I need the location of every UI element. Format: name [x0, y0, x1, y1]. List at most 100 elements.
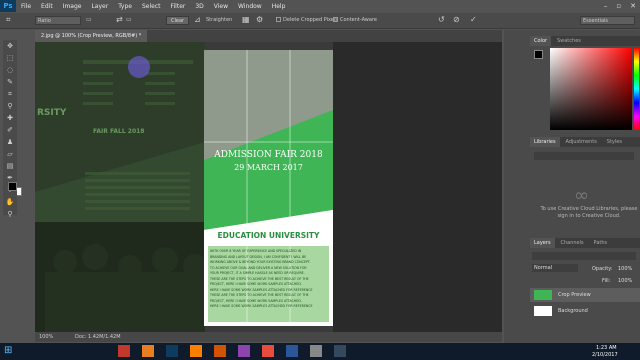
layer-crop-preview[interactable]: Crop Preview [530, 288, 640, 302]
delete-cropped-checkbox[interactable]: Delete Cropped Pixels [276, 17, 338, 23]
layers-panel-tabs: Layers Channels Paths [530, 238, 640, 248]
minimize-button[interactable]: – [604, 2, 608, 10]
ratio-select[interactable]: Ratio [35, 16, 81, 25]
app-icon-app[interactable] [262, 345, 274, 357]
color-field[interactable] [550, 48, 632, 130]
status-bar: 100% Doc: 1.42M/1.42M [35, 332, 502, 342]
gradient-tool-icon[interactable]: ▤ [3, 160, 17, 172]
cancel-icon[interactable]: ⊘ [453, 15, 460, 24]
content-aware-checkbox[interactable]: Content-Aware [333, 17, 377, 23]
body-line: HERE I HAVE SOME WORK SAMPLES ATTACHED F… [210, 304, 313, 308]
menu-3d[interactable]: 3D [190, 3, 208, 10]
app-icon-app[interactable] [310, 345, 322, 357]
hand-tool-icon[interactable]: ✋ [3, 196, 17, 208]
menu-window[interactable]: Window [233, 3, 267, 10]
layer-thumbnail [534, 290, 552, 300]
creative-cloud-icon: ∞ [574, 185, 589, 206]
crop-tool-icon[interactable]: ⌗ [6, 15, 11, 25]
fill-label: Fill: [602, 278, 611, 284]
menu-image[interactable]: Image [58, 3, 87, 10]
menu-filter[interactable]: Filter [166, 3, 191, 10]
photoshop-logo: Ps [0, 0, 16, 12]
right-image-cropped [333, 42, 502, 332]
ratio-width-input[interactable]: ▭ [86, 16, 92, 23]
cursor-highlight [128, 56, 150, 78]
cc-message: To use Creative Cloud Libraries, please … [540, 206, 638, 219]
menu-type[interactable]: Type [113, 3, 137, 10]
crop-preview[interactable]: ADMISSION FAIR 2018 29 MARCH 2017 EDUCAT… [204, 50, 333, 326]
app-icon-app[interactable] [334, 345, 346, 357]
left-fair-text: FAIR FALL 2018 [93, 128, 145, 135]
commit-check-icon[interactable]: ✓ [470, 15, 477, 24]
opacity-value[interactable]: 100% [618, 266, 632, 272]
layer-name: Crop Preview [558, 292, 591, 298]
tab-channels[interactable]: Channels [556, 238, 587, 248]
maximize-button[interactable]: ▫ [616, 2, 621, 10]
hue-slider[interactable] [634, 48, 639, 130]
workspace-select[interactable]: Essentials [580, 16, 635, 25]
swap-icon[interactable]: ⇄ [116, 15, 123, 24]
stamp-tool-icon[interactable]: ♟ [3, 136, 17, 148]
tab-styles[interactable]: Styles [603, 137, 626, 147]
ratio-height-input[interactable]: ▭ [126, 16, 132, 23]
menu-view[interactable]: View [209, 3, 233, 10]
layer-background[interactable]: Background [530, 304, 640, 318]
tab-swatches[interactable]: Swatches [553, 36, 585, 46]
marquee-tool-icon[interactable]: ⬚ [3, 52, 17, 64]
poster-date: 29 MARCH 2017 [234, 163, 303, 172]
app-icon-app[interactable] [238, 345, 250, 357]
lasso-tool-icon[interactable]: ◌ [3, 64, 17, 76]
zoom-tool-icon[interactable]: ⚲ [3, 208, 17, 220]
quick-select-tool-icon[interactable]: ✎ [3, 76, 17, 88]
tab-layers[interactable]: Layers [530, 238, 555, 248]
move-tool-icon[interactable]: ✥ [3, 40, 17, 52]
layer-filter[interactable] [532, 252, 636, 260]
overlay-grid-icon[interactable]: ▦ [242, 15, 250, 24]
foreground-color-swatch[interactable] [8, 182, 17, 191]
straighten-icon[interactable]: ⊿ [194, 15, 201, 24]
app-icon-photoshop[interactable] [166, 345, 178, 357]
document-tab[interactable]: 2.jpg @ 100% (Crop Preview, RGB/8#) * [35, 30, 148, 42]
menu-help[interactable]: Help [267, 3, 291, 10]
left-heading: RSITY [37, 108, 67, 118]
tab-color[interactable]: Color [530, 36, 552, 46]
tab-libraries[interactable]: Libraries [530, 137, 560, 147]
poster-band: EDUCATION UNIVERSITY [217, 231, 320, 240]
zoom-level[interactable]: 100% [39, 334, 53, 340]
app-icon-chrome[interactable] [142, 345, 154, 357]
brush-tool-icon[interactable]: ✐ [3, 124, 17, 136]
body-line: WORKING ABOVE & BEYOND YOUR EXISTING BRA… [210, 260, 311, 264]
fill-value[interactable]: 100% [618, 278, 632, 284]
eraser-tool-icon[interactable]: ▱ [3, 148, 17, 160]
checkbox-icon[interactable] [333, 17, 338, 22]
library-select[interactable] [534, 152, 634, 160]
blend-mode-select[interactable]: Normal [532, 264, 578, 272]
start-icon[interactable]: ⊞ [4, 345, 16, 357]
clear-button[interactable]: Clear [166, 16, 190, 25]
app-icon-illustrator[interactable] [190, 345, 202, 357]
checkbox-icon[interactable] [276, 17, 281, 22]
menu-file[interactable]: File [16, 3, 36, 10]
content-aware-label: Content-Aware [340, 17, 377, 23]
settings-gear-icon[interactable]: ⚙ [256, 15, 263, 24]
healing-tool-icon[interactable]: ✚ [3, 112, 17, 124]
eyedropper-tool-icon[interactable]: ⚲ [3, 100, 17, 112]
app-icon-word[interactable] [286, 345, 298, 357]
taskbar: ⊞ 1:23 AM 2/10/2017 [0, 343, 640, 360]
delete-cropped-label: Delete Cropped Pixels [283, 17, 338, 23]
reset-icon[interactable]: ↺ [438, 15, 445, 24]
menu-edit[interactable]: Edit [36, 3, 58, 10]
crop-tool-icon[interactable]: ⌗ [3, 88, 17, 100]
doc-size: Doc: 1.42M/1.42M [75, 334, 121, 340]
fg-color-chip[interactable] [534, 50, 543, 59]
app-icon-app[interactable] [214, 345, 226, 357]
libraries-panel-tabs: Libraries Adjustments Styles [530, 137, 640, 147]
canvas-area[interactable]: RSITY FAIR FALL 2018 ADMISSION FAIR 2018… [35, 42, 502, 332]
close-window-button[interactable]: ✕ [630, 2, 636, 10]
menu-layer[interactable]: Layer [86, 3, 113, 10]
menu-select[interactable]: Select [137, 3, 166, 10]
tab-adjustments[interactable]: Adjustments [562, 137, 601, 147]
tab-paths[interactable]: Paths [590, 238, 612, 248]
app-icon-opera[interactable] [118, 345, 130, 357]
straighten-label[interactable]: Straighten [206, 17, 232, 23]
